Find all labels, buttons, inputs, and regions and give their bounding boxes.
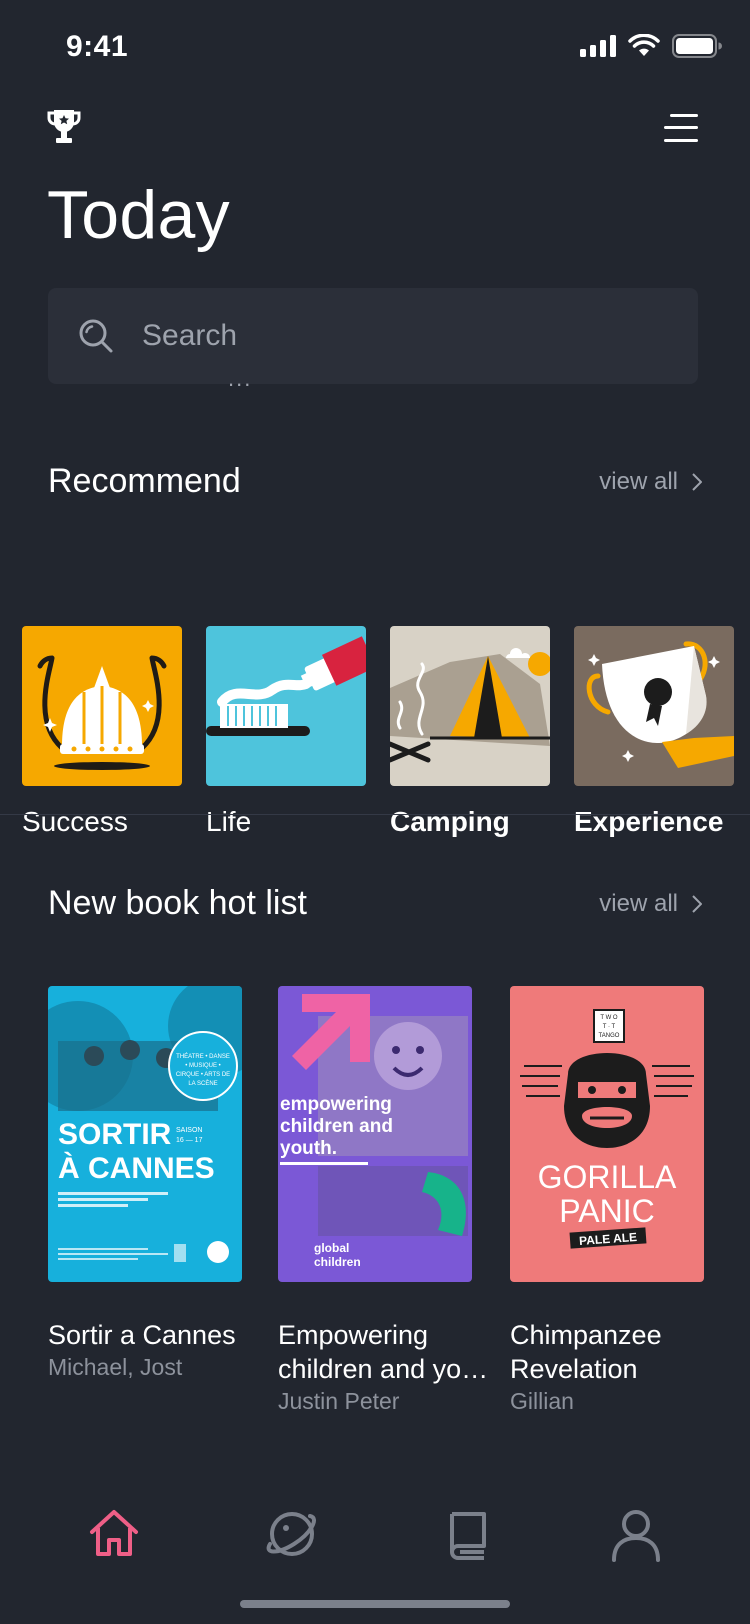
book-title: Sortir a Cannes	[48, 1320, 236, 1350]
battery-icon	[672, 34, 722, 58]
recommend-tile-camping	[390, 626, 550, 786]
book-cover: T W O T · T TANGO GORILLA PANIC PALE ALE	[510, 986, 704, 1282]
book-author: Michael, Jost	[48, 1354, 183, 1380]
cover-headline-1: SORTIR	[58, 1118, 172, 1151]
svg-text:global: global	[314, 1241, 349, 1255]
svg-text:empowering: empowering	[280, 1094, 392, 1115]
svg-text:• MUSIQUE •: • MUSIQUE •	[185, 1063, 221, 1069]
menu-button[interactable]	[664, 112, 704, 148]
book-card[interactable]: empowering children and youth. global ch…	[278, 986, 488, 1415]
book-card[interactable]: THÉATRE • DANSE • MUSIQUE • CIRQUE • ART…	[48, 986, 242, 1381]
hamburger-menu-icon	[664, 114, 698, 142]
svg-text:youth.: youth.	[280, 1138, 337, 1159]
recommend-title: Recommend	[48, 462, 241, 500]
status-icons	[580, 34, 722, 58]
tab-profile[interactable]	[608, 1506, 668, 1566]
recommend-tile-life	[206, 626, 366, 786]
recommend-item-camping[interactable]: Camping	[390, 626, 550, 837]
home-icon	[90, 1510, 138, 1556]
home-indicator	[240, 1600, 510, 1608]
svg-text:LA SCÈNE: LA SCÈNE	[188, 1080, 217, 1087]
search-more-dots: ...	[228, 366, 253, 391]
book-title: Chimpanzee Revelation	[510, 1320, 662, 1384]
book-cover-art: T W O T · T TANGO GORILLA PANIC PALE ALE	[510, 986, 704, 1282]
svg-text:CIRQUE • ARTS DE: CIRQUE • ARTS DE	[176, 1072, 230, 1078]
recommend-item-life[interactable]: Life	[206, 626, 366, 837]
page-title: Today	[47, 177, 230, 253]
recommend-label-life: Life	[206, 806, 252, 837]
search-icon	[79, 319, 113, 353]
viking-helmet-icon	[22, 626, 182, 786]
trophy-icon	[47, 110, 81, 143]
book-card[interactable]: T W O T · T TANGO GORILLA PANIC PALE ALE	[510, 986, 704, 1415]
tab-explore[interactable]	[264, 1506, 324, 1566]
achievements-button[interactable]	[46, 108, 86, 152]
recommend-tile-experience	[574, 626, 734, 786]
planet-icon	[266, 1512, 316, 1556]
book-cover-art: empowering children and youth. global ch…	[278, 986, 472, 1282]
recommend-label-experience: Experience	[574, 806, 724, 837]
tab-home[interactable]	[86, 1506, 146, 1566]
chevron-right-icon	[692, 473, 702, 491]
svg-text:TANGO: TANGO	[599, 1033, 620, 1039]
cover-headline-1: GORILLA	[538, 1159, 677, 1195]
recommend-label-success: Success	[22, 806, 128, 837]
wifi-icon	[628, 34, 660, 56]
book-cover-art: THÉATRE • DANSE • MUSIQUE • CIRQUE • ART…	[48, 986, 242, 1282]
svg-text:T W O: T W O	[600, 1015, 618, 1021]
book-title: Empowering children and yo…	[278, 1320, 489, 1384]
svg-text:children: children	[314, 1255, 361, 1269]
recommend-divider	[0, 814, 750, 815]
tab-library[interactable]	[440, 1506, 500, 1566]
svg-text:SAISON: SAISON	[176, 1127, 202, 1134]
recommend-tile-success	[22, 626, 182, 786]
cover-headline-2: PANIC	[559, 1193, 654, 1229]
view-all-label: view all	[599, 468, 678, 495]
svg-text:T · T: T · T	[603, 1024, 616, 1030]
recommend-item-success[interactable]: Success	[22, 626, 182, 837]
hot-list-view-all-link[interactable]: view all	[599, 890, 702, 918]
search-bar[interactable]: ...	[48, 288, 698, 391]
user-icon	[612, 1510, 660, 1562]
book-author: Justin Peter	[278, 1388, 400, 1414]
top-bar	[0, 104, 750, 160]
search-input[interactable]	[142, 314, 662, 358]
cover-headline-2: À CANNES	[58, 1151, 215, 1185]
hot-list-header: New book hot list view all	[48, 884, 702, 928]
status-time: 9:41	[66, 30, 129, 63]
recommend-header: Recommend view all	[48, 462, 702, 506]
book-icon	[450, 1512, 486, 1560]
hot-list-row: THÉATRE • DANSE • MUSIQUE • CIRQUE • ART…	[0, 986, 750, 1426]
cellular-signal-icon	[580, 35, 616, 57]
recommend-view-all-link[interactable]: view all	[599, 468, 702, 496]
recommend-label-camping: Camping	[390, 806, 510, 837]
toothbrush-icon	[206, 626, 366, 786]
view-all-label: view all	[599, 890, 678, 917]
svg-text:16 — 17: 16 — 17	[176, 1137, 203, 1144]
tent-icon	[390, 626, 550, 786]
book-cover: THÉATRE • DANSE • MUSIQUE • CIRQUE • ART…	[48, 986, 242, 1282]
book-cover: empowering children and youth. global ch…	[278, 986, 472, 1282]
trophy-award-icon	[574, 626, 734, 786]
recommend-carousel[interactable]: Success Life Camping Experience	[0, 626, 750, 846]
book-author: Gillian	[510, 1388, 574, 1414]
svg-text:children and: children and	[280, 1116, 393, 1137]
status-bar: 9:41	[0, 0, 750, 94]
svg-text:THÉATRE • DANSE: THÉATRE • DANSE	[176, 1053, 230, 1060]
recommend-item-experience[interactable]: Experience	[574, 626, 734, 837]
hot-list-title: New book hot list	[48, 884, 307, 922]
chevron-right-icon	[692, 895, 702, 913]
